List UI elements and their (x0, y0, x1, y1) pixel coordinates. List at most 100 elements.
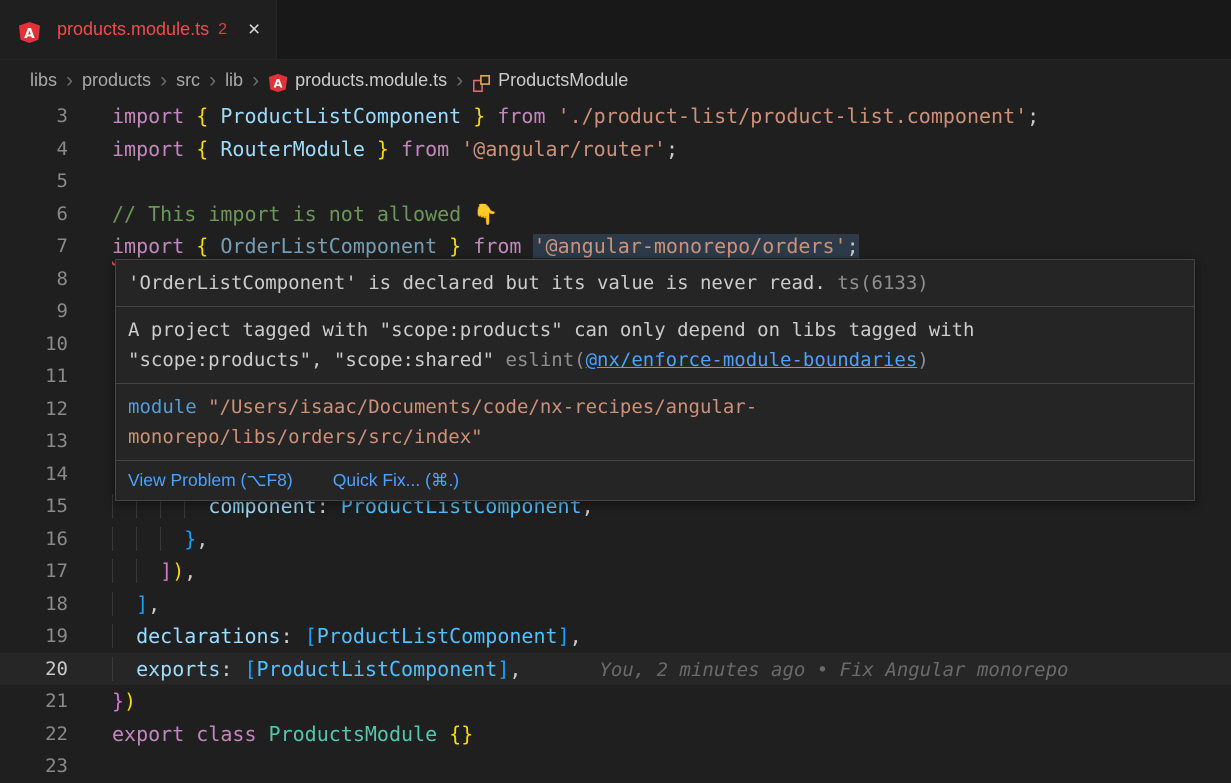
token: { (196, 137, 220, 161)
line-number: 20 (0, 653, 68, 686)
code-text: import { ProductListComponent } from './… (112, 100, 1039, 133)
token: // This import is not allowed (112, 202, 473, 226)
tab-label: products.module.ts (57, 19, 209, 40)
line-number: 3 (0, 100, 68, 133)
code-text: exports: [ProductListComponent],You, 2 m… (112, 653, 1068, 686)
eslint-error-line1: A project tagged with "scope:products" c… (128, 315, 1182, 345)
token (112, 624, 136, 648)
breadcrumb-item-file[interactable]: products.module.ts (295, 70, 447, 91)
code-line-22[interactable]: 22export class ProductsModule {} (0, 718, 1231, 751)
token: ProductListComponent (317, 624, 558, 648)
line-number: 18 (0, 588, 68, 621)
code-line-18[interactable]: 18 ], (0, 588, 1231, 621)
token: : (220, 657, 244, 681)
error-hover-popup: 'OrderListComponent' is declared but its… (115, 259, 1195, 501)
breadcrumb-item-symbol[interactable]: ProductsModule (498, 70, 628, 91)
token: import (112, 104, 196, 128)
eslint-rule-link[interactable]: @nx/enforce-module-boundaries (586, 349, 918, 371)
code-line-20[interactable]: 20 exports: [ProductListComponent],You, … (0, 653, 1231, 686)
code-line-7[interactable]: 7import { OrderListComponent } from '@an… (0, 230, 1231, 263)
module-symbol-icon (472, 74, 491, 93)
line-number: 7 (0, 230, 68, 263)
eslint-source-close: ) (917, 349, 928, 371)
code-editor[interactable]: 3 import { ProductListComponent } from '.… (0, 100, 1231, 780)
token: } (112, 689, 124, 713)
eslint-error-message: A project tagged with "scope:products" c… (116, 306, 1194, 383)
line-number: 16 (0, 523, 68, 556)
code-line-3[interactable]: 3 import { ProductListComponent } from '.… (0, 100, 1231, 133)
token: ; (1027, 104, 1039, 128)
tab-problems-count: 2 (218, 21, 227, 39)
token: ] (160, 559, 172, 583)
eslint-source-open: eslint( (506, 349, 586, 371)
breadcrumb-item-lib[interactable]: lib (225, 70, 243, 91)
chevron-right-icon: › (160, 70, 167, 91)
breadcrumb-item-products[interactable]: products (82, 70, 151, 91)
line-number: 13 (0, 425, 68, 458)
eslint-error-scopes: "scope:products", "scope:shared" (128, 349, 494, 371)
token: import (112, 137, 196, 161)
line-number: 23 (0, 750, 68, 783)
token: exports (136, 657, 220, 681)
module-path-line2: monorepo/libs/orders/src/index" (128, 426, 483, 448)
token: OrderListComponent (220, 234, 437, 258)
breadcrumb-item-src[interactable]: src (176, 70, 200, 91)
code-line-17[interactable]: 17 ]), (0, 555, 1231, 588)
token: RouterModule (220, 137, 365, 161)
code-text: export class ProductsModule {} (112, 718, 473, 751)
token: declarations (136, 624, 281, 648)
token: : (281, 624, 305, 648)
token: ) (124, 689, 136, 713)
code-line-4[interactable]: 4import { RouterModule } from '@angular/… (0, 133, 1231, 166)
token (112, 657, 136, 681)
angular-icon: A (18, 21, 41, 44)
line-number: 9 (0, 295, 68, 328)
code-text: // This import is not allowed 👇 (112, 198, 498, 231)
token: ProductListComponent (257, 657, 498, 681)
line-number: 10 (0, 328, 68, 361)
token: class (196, 722, 268, 746)
line-number: 15 (0, 490, 68, 523)
line-number: 6 (0, 198, 68, 231)
tab-products-module[interactable]: A products.module.ts 2 × (0, 0, 277, 59)
line-number: 8 (0, 263, 68, 296)
token: , (196, 527, 208, 551)
code-text: ], (112, 588, 160, 621)
token: [ (244, 657, 256, 681)
code-line-5[interactable]: 5 (0, 165, 1231, 198)
token: { (196, 234, 220, 258)
code-text: }, (112, 523, 208, 556)
ts-error-message: 'OrderListComponent' is declared but its… (116, 260, 1194, 306)
hover-actions: View Problem (⌥F8) Quick Fix... (⌘.) (116, 460, 1194, 500)
breadcrumb: libs › products › src › lib › A products… (0, 60, 1231, 100)
code-line-6[interactable]: 6 // This import is not allowed 👇 (0, 198, 1231, 231)
ts-error-code: ts(6133) (837, 272, 929, 294)
token: ProductListComponent (220, 104, 461, 128)
token: ] (558, 624, 570, 648)
quick-fix-action[interactable]: Quick Fix... (⌘.) (333, 469, 459, 492)
token: '@angular-monorepo/orders' (533, 234, 846, 258)
chevron-right-icon: › (209, 70, 216, 91)
token: ; (666, 137, 678, 161)
breadcrumb-item-libs[interactable]: libs (30, 70, 57, 91)
token (112, 559, 160, 583)
svg-text:A: A (24, 27, 35, 42)
code-text: declarations: [ProductListComponent], (112, 620, 582, 653)
token: import (112, 234, 196, 258)
code-line-21[interactable]: 21}) (0, 685, 1231, 718)
token: ] (136, 592, 148, 616)
code-line-23[interactable]: 23 (0, 750, 1231, 783)
token: 👇 (473, 202, 498, 226)
code-line-16[interactable]: 16 }, (0, 523, 1231, 556)
code-line-19[interactable]: 19 declarations: [ProductListComponent], (0, 620, 1231, 653)
line-number: 17 (0, 555, 68, 588)
token: from (389, 137, 461, 161)
token: from (461, 234, 533, 258)
code-text: ]), (112, 555, 196, 588)
line-number: 14 (0, 458, 68, 491)
close-icon[interactable]: × (248, 19, 260, 40)
token: {} (449, 722, 473, 746)
view-problem-action[interactable]: View Problem (⌥F8) (128, 469, 293, 492)
token: ) (172, 559, 184, 583)
ts-error-text: 'OrderListComponent' is declared but its… (128, 272, 826, 294)
